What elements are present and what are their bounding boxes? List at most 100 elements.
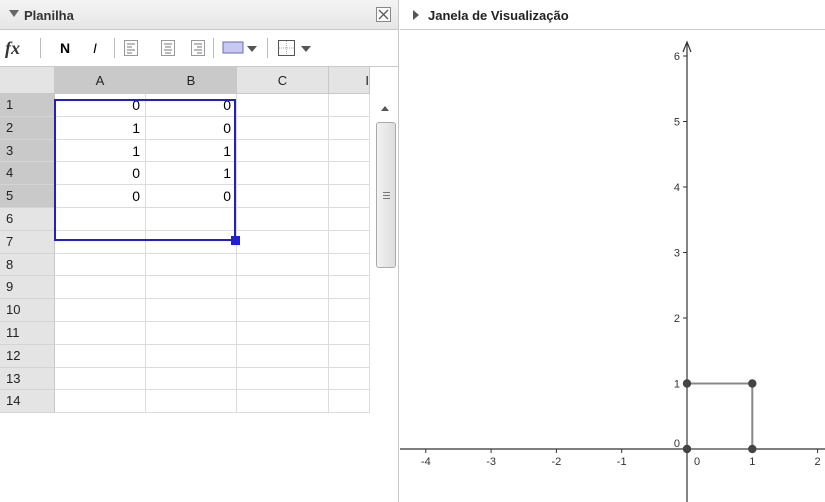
row-header[interactable]: 8 [0, 253, 55, 277]
cell-d[interactable] [329, 139, 370, 163]
cell-c[interactable] [237, 253, 329, 277]
cell-b[interactable] [146, 299, 237, 322]
cell-a[interactable]: 0 [55, 94, 146, 117]
column-header-d[interactable]: I [329, 67, 370, 94]
cell-d[interactable] [329, 208, 370, 231]
background-color-dropdown[interactable] [222, 36, 262, 60]
cell-d[interactable] [329, 116, 370, 140]
cell-a[interactable] [55, 367, 146, 391]
row-header[interactable]: 7 [0, 230, 55, 254]
row-header[interactable]: 1 [0, 94, 55, 117]
row-header[interactable]: 11 [0, 322, 55, 345]
cell-c[interactable] [237, 344, 329, 368]
row-header[interactable]: 4 [0, 162, 55, 186]
cell-d[interactable] [329, 162, 370, 186]
bold-button[interactable]: N [56, 36, 74, 60]
cell-c[interactable] [237, 139, 329, 163]
cell-b[interactable]: 1 [146, 139, 237, 163]
cell-d[interactable] [329, 367, 370, 391]
cell-c[interactable] [237, 390, 329, 414]
cell-d[interactable] [329, 94, 370, 117]
row-header[interactable]: 3 [0, 139, 55, 163]
vertical-scrollbar[interactable] [370, 94, 398, 502]
cell-a[interactable] [55, 276, 146, 300]
table-row: 6 [0, 208, 370, 231]
cell-b[interactable] [146, 390, 237, 414]
align-right-icon[interactable] [191, 36, 207, 60]
corner-cell[interactable] [0, 67, 55, 94]
y-tick-label: 0 [674, 438, 680, 450]
cell-c[interactable] [237, 185, 329, 208]
close-icon[interactable] [376, 7, 391, 22]
cell-b[interactable] [146, 344, 237, 368]
row-header[interactable]: 2 [0, 116, 55, 140]
cell-a[interactable]: 1 [55, 139, 146, 163]
cell-b[interactable] [146, 322, 237, 345]
cell-b[interactable]: 0 [146, 94, 237, 117]
cell-d[interactable] [329, 322, 370, 345]
y-tick-label: 1 [674, 379, 680, 391]
cell-d[interactable] [329, 230, 370, 254]
cell-a[interactable] [55, 208, 146, 231]
table-row: 401 [0, 162, 370, 186]
italic-button[interactable]: I [88, 36, 102, 60]
cell-a[interactable]: 0 [55, 162, 146, 186]
cell-c[interactable] [237, 322, 329, 345]
cell-c[interactable] [237, 116, 329, 140]
cell-c[interactable] [237, 230, 329, 254]
cell-a[interactable] [55, 344, 146, 368]
row-header[interactable]: 13 [0, 367, 55, 391]
graphics-canvas[interactable]: -4 -3 -2 -1 0 1 2 0 1 2 3 4 5 6 [400, 0, 825, 502]
y-tick-label: 5 [674, 117, 680, 129]
cell-d[interactable] [329, 253, 370, 277]
column-header-a[interactable]: A [55, 67, 146, 94]
cell-b[interactable] [146, 253, 237, 277]
cell-b[interactable] [146, 276, 237, 300]
cell-b[interactable] [146, 208, 237, 231]
row-header[interactable]: 14 [0, 390, 55, 414]
scroll-up-icon[interactable] [381, 106, 389, 111]
cell-c[interactable] [237, 299, 329, 322]
scrollbar-thumb[interactable] [376, 122, 396, 268]
row-header[interactable]: 5 [0, 185, 55, 208]
cell-b[interactable] [146, 230, 237, 254]
cell-a[interactable] [55, 253, 146, 277]
cell-b[interactable]: 1 [146, 162, 237, 186]
cell-d[interactable] [329, 344, 370, 368]
formula-fx-button[interactable]: fx [5, 36, 35, 60]
cell-b[interactable] [146, 367, 237, 391]
cell-a[interactable] [55, 390, 146, 414]
border-style-dropdown[interactable] [277, 36, 321, 60]
cell-c[interactable] [237, 208, 329, 231]
spreadsheet-title-bar[interactable]: Planilha [0, 0, 398, 30]
cell-c[interactable] [237, 276, 329, 300]
cell-c[interactable] [237, 94, 329, 117]
cell-a[interactable] [55, 322, 146, 345]
column-header-c[interactable]: C [237, 67, 329, 94]
cell-a[interactable]: 1 [55, 116, 146, 140]
table-row: 14 [0, 390, 370, 414]
cell-c[interactable] [237, 367, 329, 391]
cell-d[interactable] [329, 276, 370, 300]
x-tick-label: -1 [617, 456, 627, 468]
cell-a[interactable]: 0 [55, 185, 146, 208]
square-polygon [686, 382, 754, 450]
cell-b[interactable]: 0 [146, 185, 237, 208]
cell-b[interactable]: 0 [146, 116, 237, 140]
cell-d[interactable] [329, 390, 370, 414]
row-header[interactable]: 12 [0, 344, 55, 368]
cell-a[interactable] [55, 230, 146, 254]
table-row: 12 [0, 344, 370, 368]
row-header[interactable]: 9 [0, 276, 55, 300]
row-header[interactable]: 10 [0, 299, 55, 322]
cell-c[interactable] [237, 162, 329, 186]
column-header-b[interactable]: B [146, 67, 237, 94]
row-header[interactable]: 6 [0, 208, 55, 231]
cell-d[interactable] [329, 185, 370, 208]
align-center-icon[interactable] [161, 36, 177, 60]
cell-d[interactable] [329, 299, 370, 322]
cell-a[interactable] [55, 299, 146, 322]
collapse-triangle-icon[interactable] [9, 10, 19, 17]
align-left-icon[interactable] [124, 36, 140, 60]
fill-handle[interactable] [231, 236, 240, 245]
